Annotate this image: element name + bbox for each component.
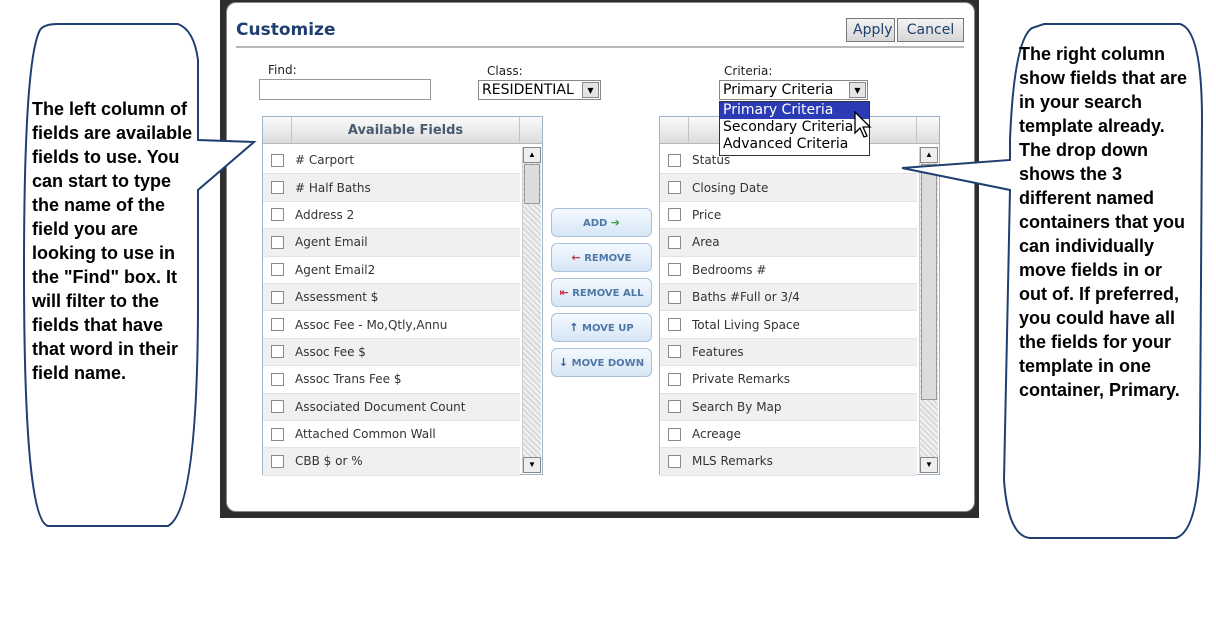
criteria-option-secondary[interactable]: Secondary Criteria — [720, 119, 869, 136]
criteria-dropdown: Primary Criteria Secondary Criteria Adva… — [719, 101, 870, 156]
mouse-pointer-icon — [854, 111, 872, 138]
criteria-option-advanced[interactable]: Advanced Criteria — [720, 136, 869, 153]
left-callout-text: The left column of fields are available … — [32, 99, 193, 383]
right-callout-text: The right column show fields that are in… — [1019, 44, 1188, 400]
criteria-option-primary[interactable]: Primary Criteria — [720, 102, 869, 119]
